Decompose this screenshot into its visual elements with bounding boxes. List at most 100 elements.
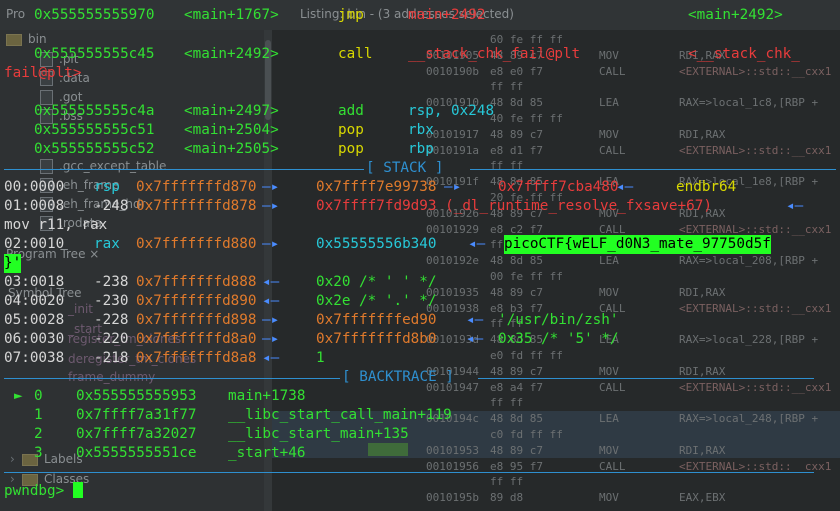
code-symbol: <main+2505> [184,141,279,157]
current-frame-marker-icon: ► [14,388,23,404]
stack-index: 03:0018 [4,274,65,290]
code-address: 0x555555555c4a [34,103,155,119]
flag-string-wrap: }' [4,254,22,273]
code-operand: rbp [408,141,434,157]
frame-number: 3 [34,445,43,461]
code-mnemonic: add [338,103,364,119]
stack-value: 0x7fffffffd8b0 [316,331,437,347]
stack-index: 00:0000 [4,179,65,195]
stack-value: 0x7ffff7fd9d93 (_dl_runtime_resolve_fxsa… [316,198,712,214]
frame-symbol: main+1738 [228,388,306,404]
stack-row: 02:0010 rax 0x7fffffffd880 —▸ 0x55555556b340… [4,235,771,254]
code-target: <__stack_chk_ [688,46,800,62]
code-line: 0x555555555c45 <main+2492> call __stack_chk… [4,45,840,64]
code-address: 0x555555555c51 [34,122,155,138]
terminal-overlay[interactable]: 0x555555555970 <main+1767> jmp main+2492 <ma… [0,0,840,511]
stack-value: 0x7ffff7e99738 [316,179,437,195]
backtrace-row: ► 0 0x555555555953 main+1738 [4,387,840,406]
code-mnemonic: pop [338,141,364,157]
stack-index: 04:0020 [4,293,65,309]
stack-address: 0x7fffffffd870 [136,179,257,195]
stack-row: 04:0020 -230 0x7fffffffd890 ◂— 0x2e /* '.' *… [4,293,437,309]
frame-number: 0 [34,388,43,404]
code-operand: rsp, 0x248 [408,103,495,119]
stack-offset: -230 [94,293,129,309]
frame-address: 0x5555555551ce [76,445,197,461]
stack-separator-right [470,169,836,170]
stack-row: 00:0000 rsp 0x7fffffffd870 —▸ 0x7ffff7e99738… [4,179,737,195]
stack-index: 05:0028 [4,312,65,328]
stack-row: 07:0038 -218 0x7fffffffd8a8 ◂— 1 [4,350,325,366]
pwndbg-prompt: pwndbg> [4,483,65,499]
frame-address: 0x555555555953 [76,388,197,404]
terminal-cursor[interactable] [72,482,83,498]
stack-char: 0x35 /* '5' */ [498,331,619,347]
stack-index: 01:0008 [4,198,65,214]
stack-arrow: ◂— [786,198,804,214]
stack-offset: -248 [94,198,129,214]
stack-offset: -228 [94,312,129,328]
frame-number: 1 [34,407,43,423]
stack-address: 0x7fffffffd8a0 [136,331,257,347]
stack-row: 05:0028 -228 0x7fffffffd898 —▸ 0x7fffffffed9… [4,312,619,328]
backtrace-row: 3 0x5555555551ce _start+46 [4,444,840,463]
stack-address: 0x7fffffffd888 [136,274,257,290]
stack-address: 0x7fffffffd8a8 [136,350,257,366]
stack-instruction: endbr64 [676,179,737,195]
stack-pointer: 0x7ffff7cba480 [498,179,619,195]
code-symbol: <main+2504> [184,122,279,138]
code-address: 0x555555555970 [34,7,155,23]
backtrace-row: 1 0x7ffff7a31f77 __libc_start_call_main+11… [4,406,840,425]
code-address: 0x555555555c45 [34,46,155,62]
frame-symbol: __libc_start_main+135 [228,426,409,442]
stack-offset: -238 [94,274,129,290]
stack-row: 03:0018 -238 0x7fffffffd888 ◂— 0x20 /* ' ' *… [4,274,437,290]
code-line: 0x555555555970 <main+1767> jmp main+2492 <ma… [4,6,840,25]
stack-register: rax [94,236,120,252]
stack-index: 07:0038 [4,350,65,366]
stack-string: '/usr/bin/zsh' [498,312,619,328]
stack-index: 02:0010 [4,236,65,252]
frame-number: 2 [34,426,43,442]
code-operand: rbx [408,122,434,138]
code-symbol: <main+1767> [184,7,279,23]
stack-offset: -218 [94,350,129,366]
backtrace-header: [ BACKTRACE ] [342,369,454,385]
backtrace-separator-left [4,378,340,379]
backtrace-row: 2 0x7ffff7a32027 __libc_start_main+135 [4,425,840,444]
stack-row-wrap: }' [4,254,840,273]
frame-symbol: _start+46 [228,445,306,461]
bottom-separator [4,472,814,473]
code-line-wrap: fail@plt> [4,64,840,83]
code-operand: main+2492 [408,7,486,23]
stack-value: 0x55555556b340 [316,236,437,252]
code-symbol: <main+2492> [184,46,279,62]
stack-address: 0x7fffffffd878 [136,198,257,214]
command-line[interactable]: pwndbg> [4,482,840,501]
stack-header: [ STACK ] [366,160,444,176]
stack-value: 0x2e /* '.' */ [316,293,437,309]
stack-row: 06:0030 -220 0x7fffffffd8a0 —▸ 0x7fffffffd8b… [4,331,619,347]
stack-index: 06:0030 [4,331,65,347]
stack-value: 0x7fffffffed90 [316,312,437,328]
code-symbol: <main+2497> [184,103,279,119]
stack-address: 0x7fffffffd898 [136,312,257,328]
code-address: 0x555555555c52 [34,141,155,157]
stack-address: 0x7fffffffd890 [136,293,257,309]
frame-address: 0x7ffff7a32027 [76,426,197,442]
stack-value: 1 [316,350,325,366]
stack-separator-left [4,169,364,170]
code-operand: __stack_chk_fail@plt [408,46,581,62]
code-target: <main+2492> [688,7,783,23]
code-mnemonic: call [338,46,373,62]
code-line: 0x555555555c4a <main+2497> add rsp, 0x248 [4,102,840,121]
stack-row: 01:0008 -248 0x7fffffffd878 —▸ 0x7ffff7fd9d9… [4,198,804,214]
code-mnemonic: pop [338,122,364,138]
stack-wrap-text: mov r11, rax [4,217,108,233]
flag-string: picoCTF{wELF_d0N3_mate_97750d5f [504,235,771,254]
backtrace-separator-right [478,378,814,379]
frame-address: 0x7ffff7a31f77 [76,407,197,423]
code-line: 0x555555555c52 <main+2505> pop rbp [4,140,840,159]
stack-register: rsp [94,179,120,195]
stack-address: 0x7fffffffd880 [136,236,257,252]
